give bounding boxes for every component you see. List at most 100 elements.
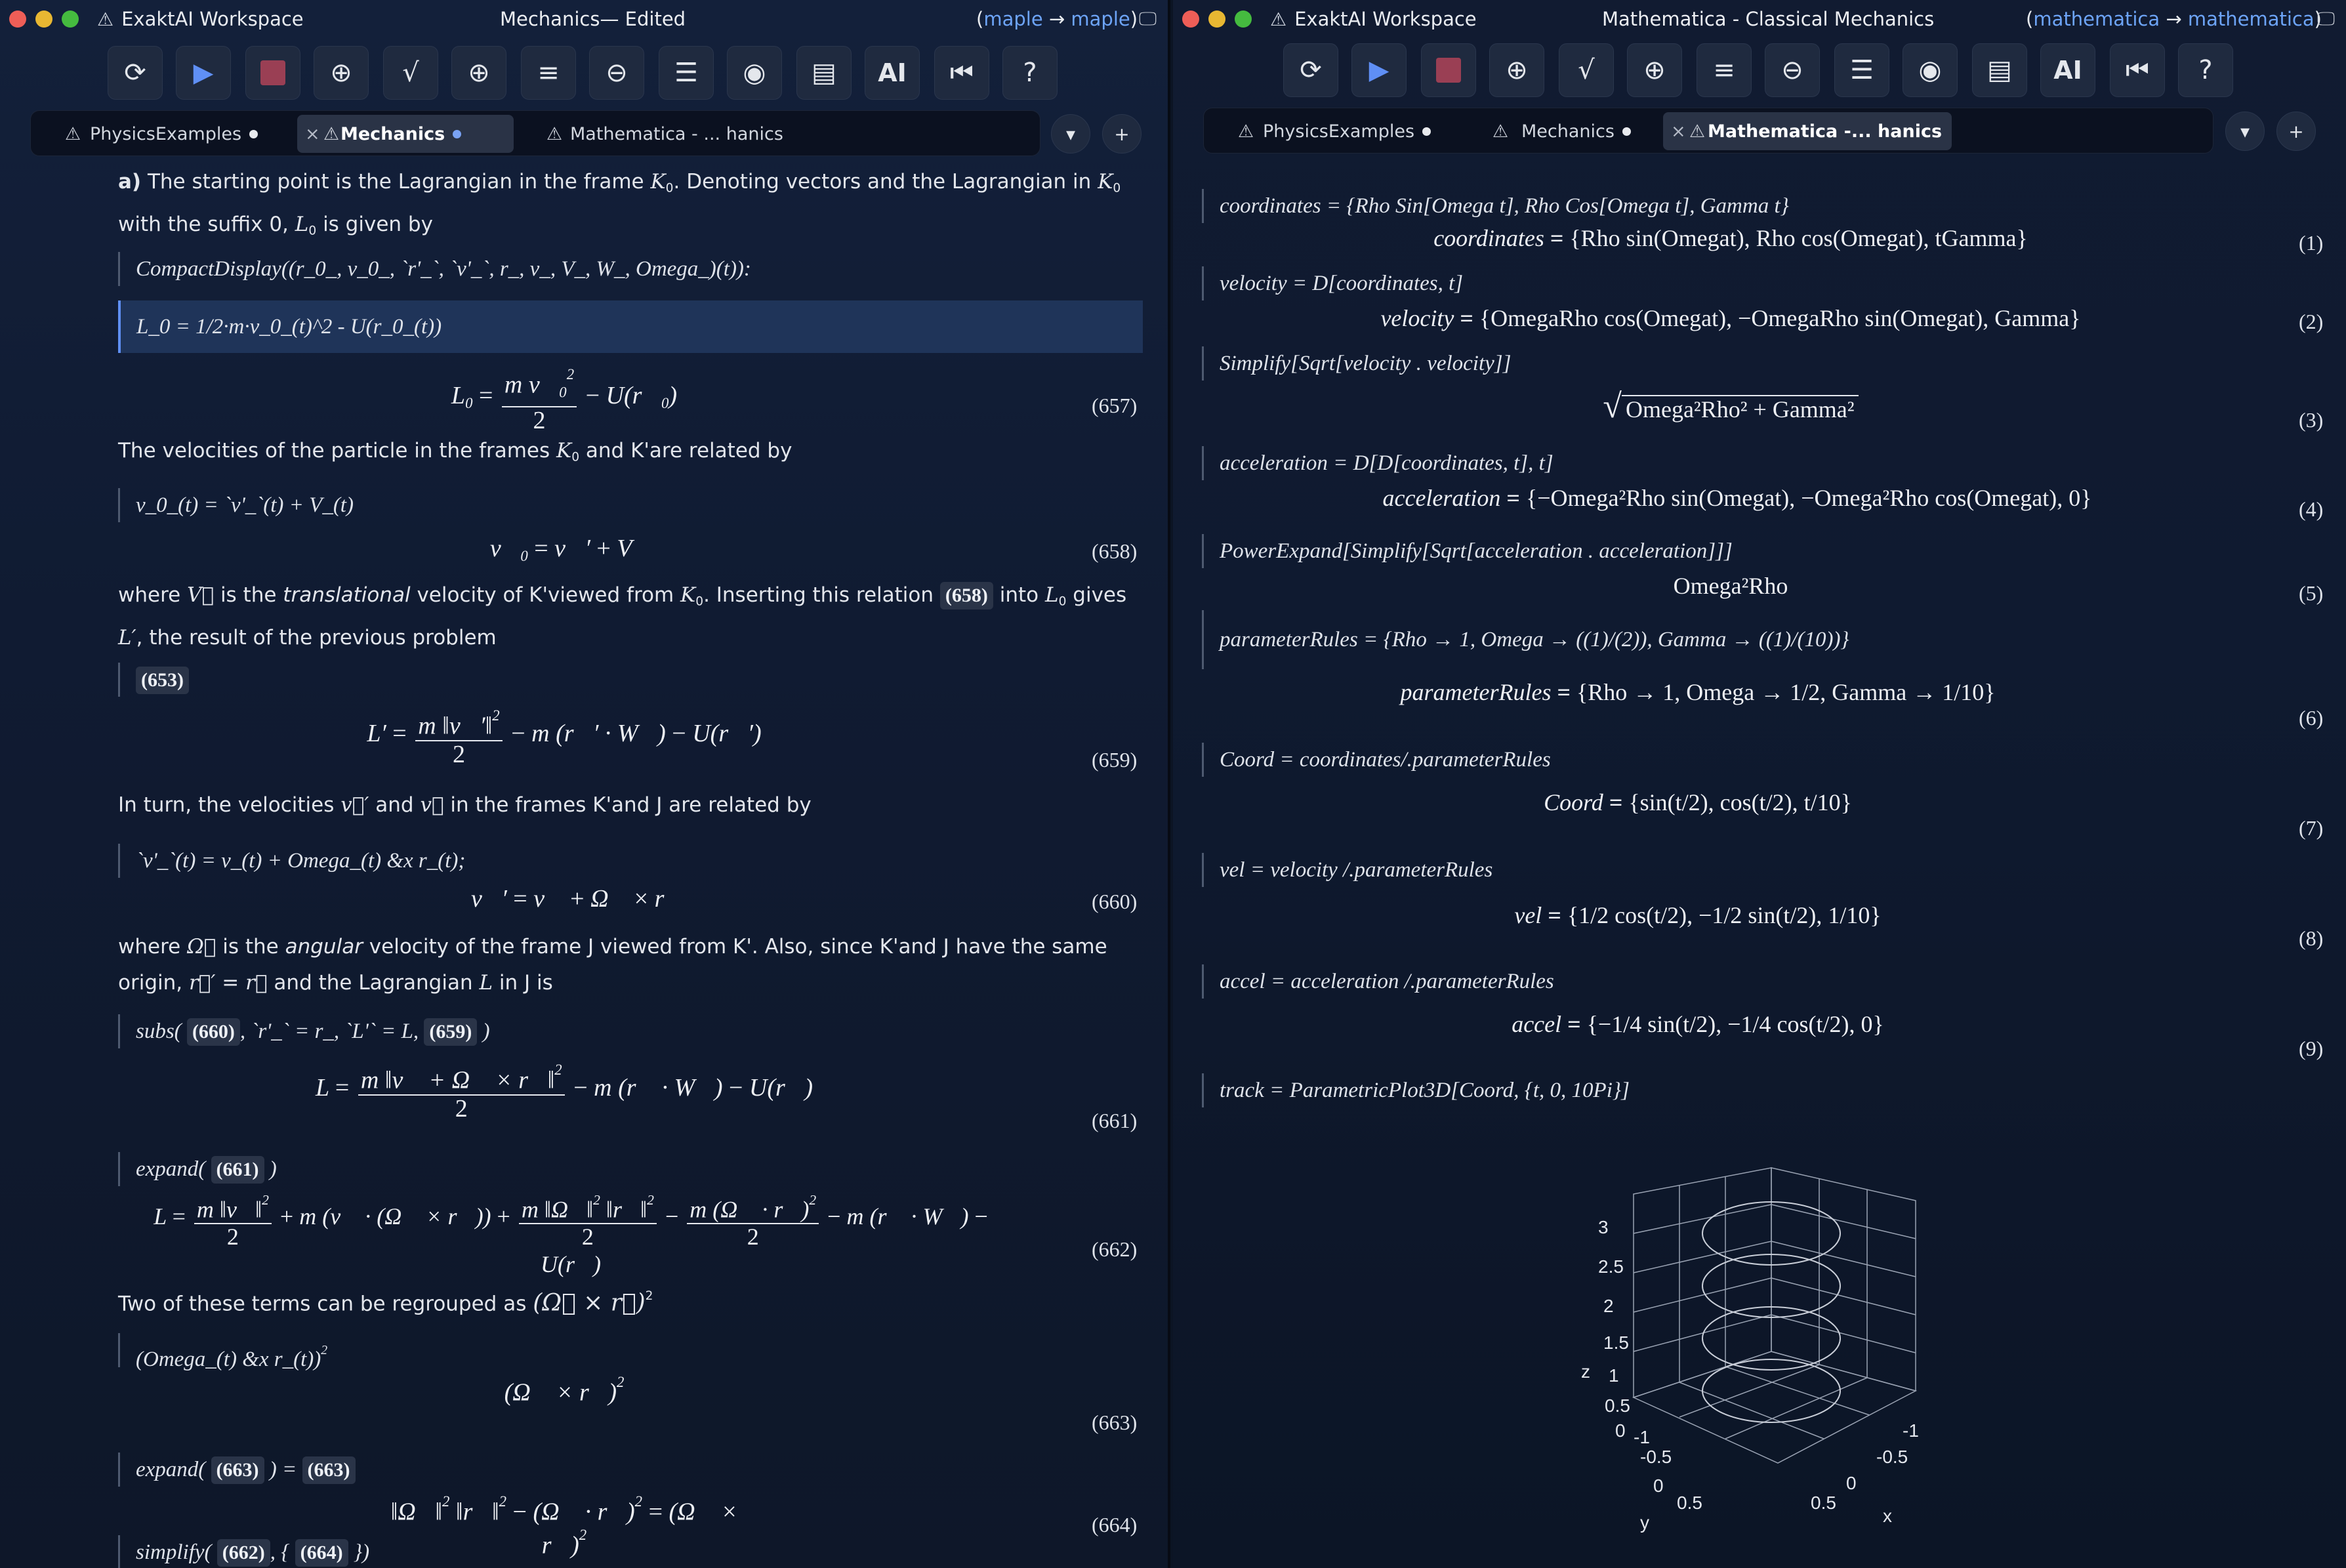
- input-line[interactable]: coordinates = {Rho Sin[Omega t], Rho Cos…: [1202, 189, 2120, 223]
- preview-button[interactable]: ◉: [727, 46, 782, 100]
- help-button[interactable]: ?: [1002, 46, 1058, 100]
- close-window-button[interactable]: [1182, 10, 1199, 28]
- minimize-window-button[interactable]: [1208, 10, 1225, 28]
- tab-physics-examples[interactable]: ⚠ PhysicsExamples: [1208, 112, 1457, 150]
- tab-list-button[interactable]: ▾: [2225, 112, 2265, 151]
- document-icon: ⚠: [1689, 121, 1706, 142]
- input-line[interactable]: Simplify[Sqrt[velocity . velocity]]: [1202, 346, 2120, 381]
- paragraph: where V⃗ is the translational velocity o…: [118, 582, 1127, 650]
- new-tab-button[interactable]: +: [1102, 114, 1142, 154]
- restart-button[interactable]: ⟳: [108, 46, 163, 100]
- stop-button[interactable]: [1421, 43, 1476, 97]
- kernel-indicator[interactable]: (mathematica → mathematica): [2026, 8, 2322, 30]
- plus-icon: +: [2288, 120, 2304, 142]
- eye-icon: ◉: [743, 58, 766, 88]
- equation-reference[interactable]: (658): [939, 582, 993, 609]
- equation-label: (7): [2299, 816, 2324, 840]
- input-line[interactable]: `v'_`(t) = v_(t) + Omega_(t) &x r_(t);: [118, 844, 1142, 878]
- zoom-window-button[interactable]: [1235, 10, 1252, 28]
- split-button[interactable]: ▤: [1972, 43, 2027, 97]
- tab-mathematica[interactable]: ⚠ Mathematica - ... hanics: [515, 115, 797, 153]
- equation-reference[interactable]: (660): [186, 1018, 240, 1046]
- ai-button[interactable]: AI: [2040, 43, 2095, 97]
- input-line[interactable]: accel = acceleration /.parameterRules: [1202, 964, 2120, 999]
- ai-button[interactable]: AI: [865, 46, 920, 100]
- go-start-button[interactable]: ⏮: [934, 46, 989, 100]
- outline-button[interactable]: ☰: [659, 46, 714, 100]
- display-icon[interactable]: 🖵: [2317, 8, 2335, 30]
- equation-label: (664): [1092, 1513, 1138, 1537]
- app-name: ⚠ ExaktAI Workspace: [97, 8, 304, 30]
- insert-math-button[interactable]: √: [1559, 43, 1614, 97]
- display-icon[interactable]: 🖵: [1139, 8, 1157, 30]
- paragraph: where Ω⃗ is the angular velocity of the …: [118, 935, 1107, 995]
- align-text-button[interactable]: ≡: [521, 46, 576, 100]
- align-text-button[interactable]: ≡: [1697, 43, 1752, 97]
- z-axis-ticks: 3 2.5 2 1.5 1 0.5 0: [1598, 1217, 1630, 1441]
- stop-button[interactable]: [245, 46, 300, 100]
- input-line[interactable]: subs( (660), `r'_` = r_, `L'` = L, (659)…: [118, 1014, 1142, 1048]
- insert-section-button[interactable]: ⊕: [1627, 43, 1682, 97]
- input-line-selected[interactable]: L_0 = 1/2·m·v_0_(t)^2 - U(r_0_(t)): [118, 300, 1143, 353]
- output-math: √ Omega²Rho² + Gamma²: [1501, 387, 1960, 426]
- output-math: Omega²Rho: [1673, 573, 1788, 599]
- x-axis-label: x: [1883, 1506, 1892, 1526]
- close-tab-icon[interactable]: ×: [305, 124, 320, 144]
- new-tab-button[interactable]: +: [2276, 112, 2316, 151]
- worksheet[interactable]: a) The starting point is the Lagrangian …: [0, 164, 1168, 1568]
- input-line[interactable]: (653): [118, 663, 315, 697]
- input-line[interactable]: track = ParametricPlot3D[Coord, {t, 0, 1…: [1202, 1073, 2120, 1107]
- outline-button[interactable]: ☰: [1834, 43, 1889, 97]
- split-button[interactable]: ▤: [796, 46, 852, 100]
- minimize-window-button[interactable]: [35, 10, 52, 28]
- input-line[interactable]: v_0_(t) = `v'_`(t) + V_(t): [118, 488, 1142, 522]
- input-line[interactable]: PowerExpand[Simplify[Sqrt[acceleration .…: [1202, 534, 2120, 568]
- preview-button[interactable]: ◉: [1903, 43, 1958, 97]
- equation-reference[interactable]: (653): [136, 667, 189, 694]
- tab-mathematica[interactable]: × ⚠ Mathematica -... hanics: [1663, 112, 1952, 150]
- input-line[interactable]: expand( (661) ): [118, 1152, 1142, 1186]
- equation-label: (4): [2299, 497, 2324, 521]
- zoom-window-button[interactable]: [62, 10, 79, 28]
- input-line[interactable]: parameterRules = {Rho → 1, Omega → ((1)/…: [1202, 610, 2120, 669]
- input-line[interactable]: simplify( (662), { (664) }): [118, 1535, 1142, 1568]
- input-line[interactable]: vel = velocity /.parameterRules: [1202, 853, 2120, 887]
- equation-reference[interactable]: (663): [302, 1456, 356, 1484]
- go-start-button[interactable]: ⏮: [2110, 43, 2165, 97]
- equation-reference[interactable]: (663): [211, 1456, 264, 1484]
- input-line[interactable]: Coord = coordinates/.parameterRules: [1202, 743, 2120, 777]
- play-icon: ▶: [193, 58, 214, 88]
- insert-prompt-button[interactable]: ⊕: [1489, 43, 1544, 97]
- title-bar: ⚠ ExaktAI Workspace Mathematica - Classic…: [1173, 0, 2346, 38]
- input-line[interactable]: velocity = D[coordinates, t]: [1202, 266, 2120, 300]
- tab-bar: ⚠ PhysicsExamples ⚠ Mechanics × ⚠ Mathematic…: [1203, 108, 2213, 154]
- output-math: acceleration = {−Omega²Rho sin(Omegat), …: [1382, 485, 2092, 511]
- input-line[interactable]: (Omega_(t) &x r_(t))2: [118, 1333, 1142, 1371]
- input-line[interactable]: expand( (663) ) = (663): [118, 1453, 1142, 1487]
- collapse-button[interactable]: ⊖: [589, 46, 644, 100]
- close-window-button[interactable]: [9, 10, 26, 28]
- parametric-3d-plot[interactable]: 3 2.5 2 1.5 1 0.5 0 z -1 -0.5 0 0.5 y -1…: [1535, 1155, 1955, 1548]
- equation-reference[interactable]: (659): [424, 1018, 478, 1046]
- collapse-button[interactable]: ⊖: [1765, 43, 1820, 97]
- input-line[interactable]: CompactDisplay((r_0_, v_0_, `r'_`, `v'_`…: [118, 252, 1142, 286]
- output-math: L′ = m ‖v⃗′‖2 2 − m (r⃗′ · W⃗) − U(r⃗′): [341, 702, 787, 769]
- insert-prompt-button[interactable]: ⊕: [314, 46, 369, 100]
- insert-math-button[interactable]: √: [383, 46, 438, 100]
- restart-button[interactable]: ⟳: [1283, 43, 1338, 97]
- kernel-indicator[interactable]: (maple → maple): [976, 8, 1138, 30]
- equation-reference[interactable]: (664): [295, 1539, 348, 1567]
- tab-list-button[interactable]: ▾: [1051, 114, 1090, 154]
- close-tab-icon[interactable]: ×: [1671, 121, 1686, 142]
- run-button[interactable]: ▶: [176, 46, 231, 100]
- insert-section-button[interactable]: ⊕: [451, 46, 506, 100]
- help-button[interactable]: ?: [2178, 43, 2233, 97]
- output-math: v⃗′ = v⃗ + Ω⃗ × r⃗: [471, 885, 684, 913]
- tab-mechanics[interactable]: × ⚠ Mechanics: [297, 115, 514, 153]
- tab-mechanics[interactable]: ⚠ Mechanics: [1466, 112, 1663, 150]
- tab-physics-examples[interactable]: ⚠ PhysicsExamples: [35, 115, 304, 153]
- input-line[interactable]: acceleration = D[D[coordinates, t], t]: [1202, 446, 2120, 480]
- equation-reference[interactable]: (661): [211, 1156, 264, 1184]
- equation-reference[interactable]: (662): [216, 1539, 270, 1567]
- run-button[interactable]: ▶: [1351, 43, 1407, 97]
